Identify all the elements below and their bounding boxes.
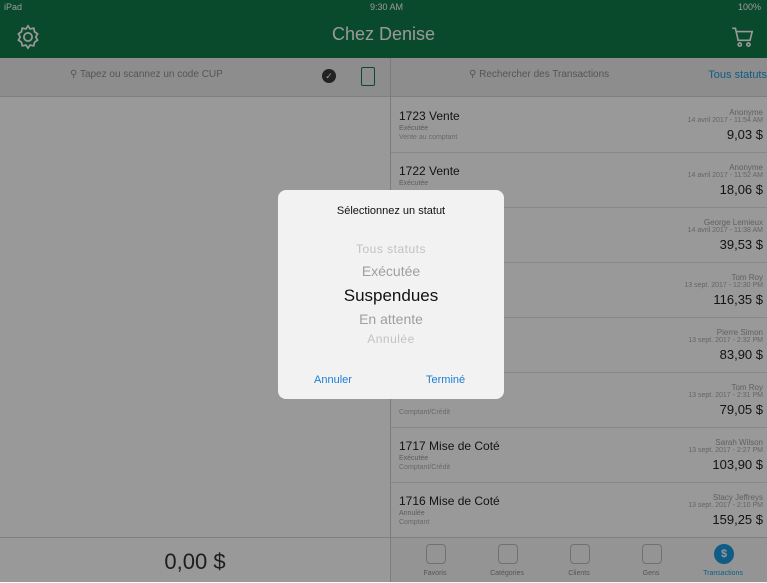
picker-option-selected[interactable]: Suspendues — [278, 286, 504, 306]
cancel-button[interactable]: Annuler — [314, 374, 352, 386]
picker-option[interactable]: Annulée — [278, 332, 504, 346]
picker-option[interactable]: En attente — [278, 311, 504, 327]
picker-option[interactable]: Exécutée — [278, 263, 504, 279]
done-button[interactable]: Terminé — [426, 374, 465, 386]
status-picker-dialog: Sélectionnez un statut Tous statuts Exéc… — [278, 190, 504, 399]
picker-option[interactable]: Tous statuts — [278, 242, 504, 256]
dialog-title: Sélectionnez un statut — [336, 205, 446, 217]
